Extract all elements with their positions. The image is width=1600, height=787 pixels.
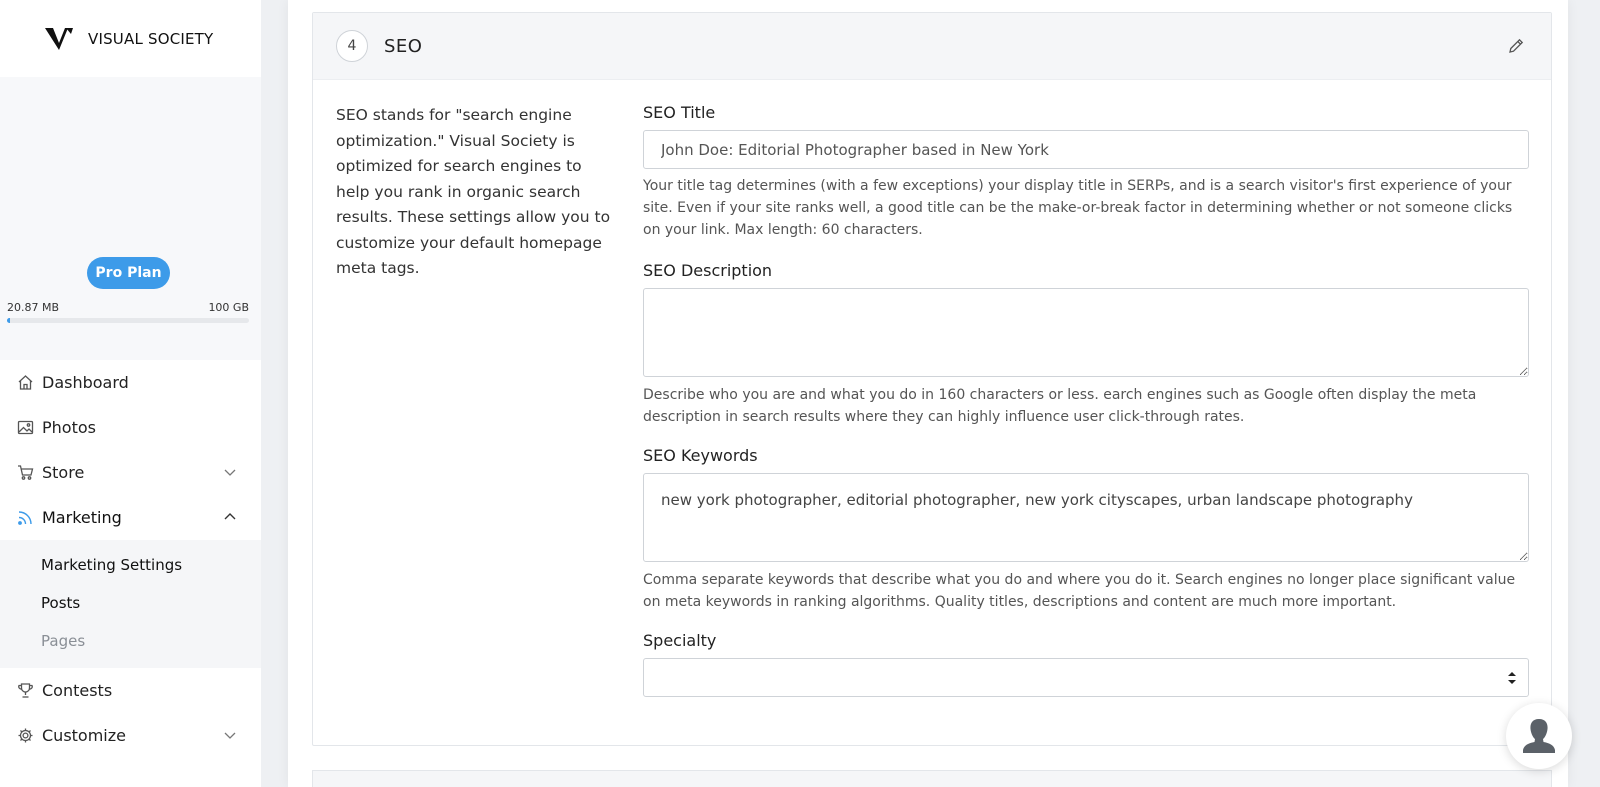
seo-form: SEO Title Your title tag determines (wit… [643, 103, 1529, 697]
sidebar-item-label: Dashboard [42, 373, 129, 392]
support-avatar-button[interactable] [1506, 703, 1572, 769]
sidebar-item-label: Customize [42, 726, 126, 745]
sidebar-item-dashboard[interactable]: Dashboard [0, 360, 261, 405]
sidebar-item-label: Photos [42, 418, 96, 437]
image-icon [16, 419, 34, 437]
sidebar: VISUAL SOCIETY Pro Plan 20.87 MB 100 GB … [0, 0, 261, 787]
seo-description-group: SEO Description Describe who you are and… [643, 261, 1529, 428]
specialty-label: Specialty [643, 631, 717, 650]
sidebar-item-customize[interactable]: Customize [0, 713, 261, 758]
submenu-item-marketing-settings[interactable]: Marketing Settings [0, 546, 261, 584]
seo-title-label: SEO Title [643, 103, 716, 122]
seo-title-input[interactable] [643, 130, 1529, 169]
submenu-item-posts[interactable]: Posts [0, 584, 261, 622]
step-number: 4 [336, 30, 368, 62]
storage-progress-fill [7, 318, 10, 323]
seo-keywords-label: SEO Keywords [643, 446, 758, 465]
sidebar-item-contests[interactable]: Contests [0, 668, 261, 713]
trophy-icon [16, 682, 34, 700]
storage-usage: 20.87 MB 100 GB [7, 301, 249, 314]
brand-logo[interactable]: VISUAL SOCIETY [0, 0, 261, 77]
specialty-select-wrapper [643, 658, 1529, 697]
storage-total: 100 GB [208, 301, 249, 314]
chevron-up-icon[interactable] [223, 510, 237, 524]
account-panel: Pro Plan 20.87 MB 100 GB [0, 77, 261, 360]
next-section-card [312, 770, 1552, 787]
storage-progress-bar [7, 318, 249, 323]
home-icon [16, 374, 34, 392]
seo-keywords-help: Comma separate keywords that describe wh… [643, 572, 1516, 610]
sidebar-item-photos[interactable]: Photos [0, 405, 261, 450]
sidebar-item-label: Contests [42, 681, 113, 700]
sidebar-item-marketing[interactable]: Marketing [0, 495, 261, 540]
submenu-item-pages[interactable]: Pages [0, 622, 261, 660]
section-title: SEO [384, 35, 423, 57]
gear-icon [16, 727, 34, 745]
plan-badge[interactable]: Pro Plan [87, 257, 170, 289]
specialty-select[interactable] [643, 658, 1529, 697]
seo-keywords-group: SEO Keywords new york photographer, edit… [643, 446, 1529, 613]
brand-name: VISUAL SOCIETY [88, 29, 214, 48]
seo-description-textarea[interactable] [643, 288, 1529, 377]
pencil-icon[interactable] [1507, 37, 1525, 55]
sidebar-item-label: Marketing [42, 508, 122, 527]
seo-section-card: 4 SEO SEO stands for "search engine opti… [312, 12, 1552, 746]
logo-icon [45, 27, 73, 50]
seo-description-help: Describe who you are and what you do in … [643, 387, 1477, 425]
main-content: 4 SEO SEO stands for "search engine opti… [261, 0, 1600, 787]
user-silhouette-icon [1523, 719, 1555, 753]
sidebar-item-store[interactable]: Store [0, 450, 261, 495]
marketing-submenu: Marketing Settings Posts Pages [0, 540, 261, 668]
sidebar-item-label: Store [42, 463, 85, 482]
sidebar-nav: Dashboard Photos Store Marketing Marketi… [0, 360, 261, 758]
seo-intro-text: SEO stands for "search engine optimizati… [336, 106, 611, 277]
seo-keywords-textarea[interactable]: new york photographer, editorial photogr… [643, 473, 1529, 562]
chevron-down-icon[interactable] [223, 728, 237, 742]
storage-used: 20.87 MB [7, 301, 60, 314]
seo-description-label: SEO Description [643, 261, 773, 280]
seo-title-help: Your title tag determines (with a few ex… [643, 178, 1513, 238]
specialty-group: Specialty [643, 631, 1529, 697]
rss-icon [16, 509, 34, 527]
cart-icon [16, 464, 34, 482]
chevron-down-icon[interactable] [223, 465, 237, 479]
seo-section-header: 4 SEO [313, 13, 1551, 80]
seo-title-group: SEO Title Your title tag determines (wit… [643, 103, 1529, 241]
